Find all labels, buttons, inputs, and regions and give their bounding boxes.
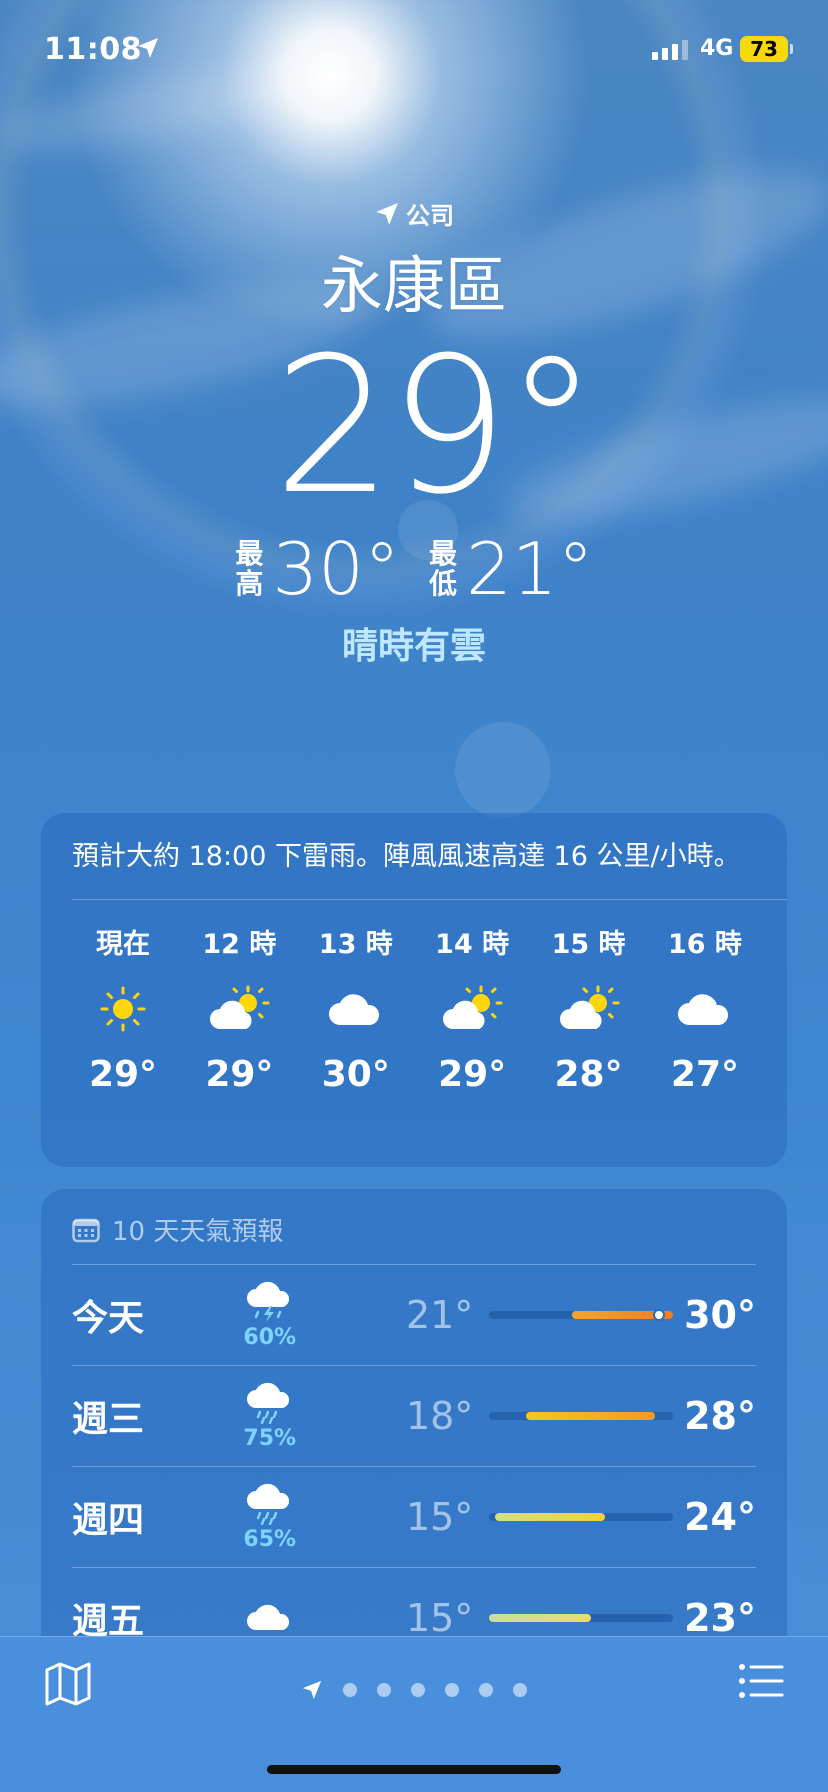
hour-item: 13 時 30°: [304, 922, 408, 1095]
hourly-forecast-card[interactable]: 預計大約 18:00 下雷雨。陣風風速高達 16 公里/小時。 現在 29° 1…: [41, 813, 787, 1167]
forecast-summary: 預計大約 18:00 下雷雨。陣風風速高達 16 公里/小時。: [72, 813, 787, 900]
location-label: 公司: [0, 196, 828, 231]
high-low: 最高 30° 最低 21°: [0, 527, 828, 611]
high-label: 最高: [235, 537, 264, 600]
page-dot: [377, 1683, 391, 1697]
low-label: 最低: [428, 537, 457, 600]
cloud-icon: [228, 1600, 311, 1636]
current-weather: 公司 永康區 29° 最高 30° 最低 21° 晴時有雲: [0, 196, 828, 669]
hourly-list[interactable]: 現在 29° 12 時 29° 13 時 30° 14 時 29° 15 時 2…: [41, 900, 787, 1095]
cellular-signal-icon: [652, 40, 688, 60]
cloud-icon: [677, 974, 733, 1044]
hour-label: 16 時: [667, 929, 742, 960]
home-indicator: [267, 1765, 561, 1774]
list-icon[interactable]: [738, 1663, 784, 1699]
partly-cloudy-icon: [441, 974, 503, 1044]
hour-item: 16 時 27°: [653, 922, 757, 1095]
partly-cloudy-icon: [208, 974, 270, 1044]
lens-flare: [455, 722, 551, 818]
hour-label: 15 時: [551, 929, 626, 960]
day-high: 24°: [684, 1495, 756, 1539]
hour-temp: 30°: [321, 1054, 390, 1095]
hour-item: 15 時 28°: [537, 922, 641, 1095]
hour-item: 現在 29°: [71, 922, 175, 1095]
day-row[interactable]: 週四 65% 15° 24°: [72, 1466, 756, 1567]
temperature-range-bar: [489, 1309, 674, 1321]
hour-item: 12 時 29°: [187, 922, 291, 1095]
location-arrow-icon: [302, 1680, 322, 1700]
temperature-range-fill: [494, 1513, 606, 1521]
temperature-range-fill: [526, 1412, 655, 1420]
hour-label: 14 時: [435, 929, 510, 960]
current-temperature: 29°: [273, 317, 598, 536]
temperature-range-fill: [489, 1614, 591, 1622]
day-low: 18°: [405, 1394, 474, 1438]
hour-label: 13 時: [318, 929, 393, 960]
hour-label: 現在: [96, 929, 150, 960]
rain-icon: 75%: [228, 1382, 311, 1451]
hour-temp: 29°: [88, 1054, 158, 1095]
calendar-icon: [72, 1218, 100, 1242]
page-dot: [513, 1683, 527, 1697]
battery-icon: 73: [740, 36, 793, 62]
current-temperature-dot: [652, 1309, 665, 1321]
ten-day-title: 10 天天氣預報: [112, 1217, 284, 1247]
city-name: 永康區: [320, 249, 507, 322]
status-bar: 11:08 4G 73: [0, 0, 828, 100]
network-type: 4G: [700, 36, 734, 61]
day-high: 23°: [684, 1596, 756, 1640]
hour-temp: 28°: [554, 1054, 623, 1095]
day-low: 21°: [405, 1293, 474, 1337]
day-low: 15°: [405, 1495, 474, 1539]
temperature-range-bar: [489, 1412, 674, 1420]
high-value: 30°: [272, 527, 400, 611]
condition-text: 晴時有雲: [341, 626, 486, 667]
hour-label: 12 時: [202, 929, 277, 960]
page-dot: [479, 1683, 493, 1697]
day-row[interactable]: 今天 60% 21° 30°: [72, 1264, 756, 1365]
day-high: 30°: [684, 1293, 756, 1337]
location-label-text: 公司: [406, 202, 454, 230]
day-name: 今天: [72, 1298, 145, 1339]
battery-level: 73: [750, 37, 778, 61]
hour-temp: 27°: [670, 1054, 739, 1095]
precipitation-chance: 65%: [243, 1526, 297, 1552]
page-indicator[interactable]: [0, 1679, 828, 1701]
day-name: 週三: [72, 1399, 145, 1440]
temperature-range-bar: [489, 1614, 674, 1622]
location-arrow-icon: [138, 38, 158, 58]
day-high: 28°: [684, 1394, 756, 1438]
day-name: 週四: [72, 1500, 145, 1541]
partly-cloudy-icon: [558, 974, 620, 1044]
status-time: 11:08: [44, 32, 142, 67]
precipitation-chance: 60%: [243, 1324, 297, 1350]
page-dot: [445, 1683, 459, 1697]
low-value: 21°: [466, 527, 594, 611]
temperature-range-bar: [489, 1513, 674, 1521]
precipitation-chance: 75%: [243, 1425, 297, 1451]
low-temperature: 最低 21°: [428, 527, 594, 611]
ten-day-header: 10 天天氣預報: [41, 1189, 787, 1248]
page-dot: [411, 1683, 425, 1697]
hour-temp: 29°: [205, 1054, 274, 1095]
thunderstorm-icon: 60%: [228, 1281, 311, 1350]
hour-temp: 29°: [438, 1054, 507, 1095]
page-dot: [343, 1683, 357, 1697]
rain-icon: 65%: [228, 1483, 311, 1552]
location-arrow-icon: [376, 202, 398, 225]
bottom-toolbar: [0, 1636, 828, 1792]
cloud-icon: [328, 974, 384, 1044]
hour-item: 14 時 29°: [420, 922, 524, 1095]
high-temperature: 最高 30°: [234, 527, 400, 611]
day-row[interactable]: 週三 75% 18° 28°: [72, 1365, 756, 1466]
sun-icon: [99, 974, 147, 1044]
day-low: 15°: [405, 1596, 474, 1640]
daily-list[interactable]: 今天 60% 21° 30° 週三 75% 18° 28° 週四 65% 15°…: [41, 1264, 787, 1668]
